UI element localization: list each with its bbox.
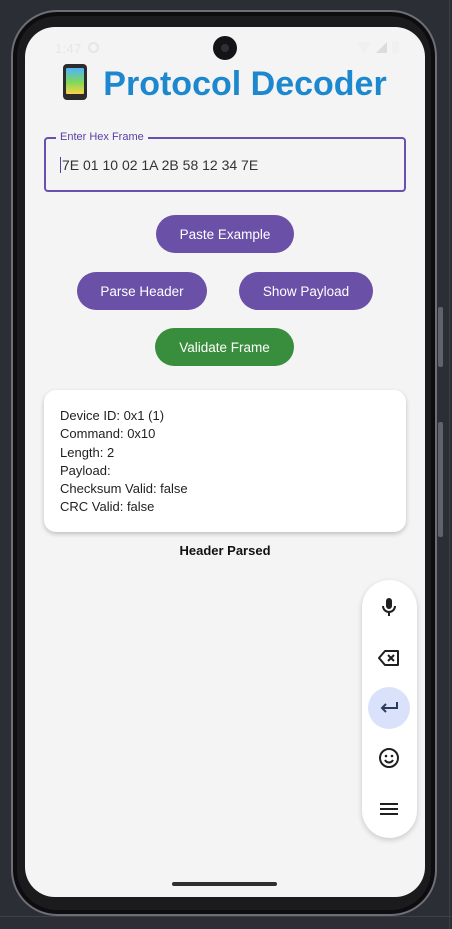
result-device-id: Device ID: 0x1 (1): [60, 408, 165, 423]
mobile-phone-icon: [63, 63, 88, 100]
backspace-button[interactable]: [368, 637, 410, 679]
hex-frame-label: Enter Hex Frame: [56, 130, 148, 144]
menu-icon: [380, 803, 398, 815]
status-message: Header Parsed: [179, 543, 271, 558]
power-button[interactable]: [438, 307, 443, 367]
emoji-icon: [379, 748, 399, 768]
status-icons: [357, 41, 399, 53]
result-crc: CRC Valid: false: [60, 499, 155, 515]
device-screen: 1:47 Protocol Decoder Enter Hex Frame 7E…: [25, 27, 425, 897]
gesture-nav-handle[interactable]: [172, 882, 277, 886]
wifi-icon: [357, 41, 371, 53]
enter-icon: [380, 702, 398, 713]
hex-frame-value[interactable]: 7E 01 10 02 1A 2B 58 12 34 7E: [60, 157, 258, 173]
paste-example-button[interactable]: Paste Example: [156, 215, 294, 253]
window-edge: [449, 0, 450, 929]
voice-input-button[interactable]: [368, 586, 410, 628]
result-command: Command: 0x10: [60, 426, 156, 442]
enter-button[interactable]: [368, 687, 410, 729]
status-bar: 1:47: [25, 27, 425, 67]
signal-icon: [376, 41, 387, 53]
result-length: Length: 2: [60, 444, 115, 460]
validate-frame-button[interactable]: Validate Frame: [155, 328, 294, 366]
front-camera: [213, 36, 237, 60]
battery-icon: [392, 41, 399, 53]
emoji-button[interactable]: [368, 737, 410, 779]
notification-icon: [88, 42, 99, 53]
parse-header-button[interactable]: Parse Header: [77, 272, 207, 310]
mic-icon: [382, 598, 396, 616]
backspace-icon: [378, 650, 399, 666]
result-payload: Payload:: [60, 462, 111, 478]
menu-button[interactable]: [368, 788, 410, 830]
show-payload-button[interactable]: Show Payload: [239, 272, 373, 310]
result-checksum: Checksum Valid: false: [60, 481, 188, 497]
result-card: Device ID: 0x1 (1) Command: 0x10 Length:…: [44, 390, 406, 532]
page-title: Protocol Decoder: [25, 63, 425, 104]
phone-frame: 1:47 Protocol Decoder Enter Hex Frame 7E…: [11, 10, 443, 916]
floating-keyboard-toolbar: [362, 580, 417, 838]
volume-rocker[interactable]: [438, 422, 443, 537]
status-time: 1:47: [55, 41, 82, 56]
hex-frame-input[interactable]: Enter Hex Frame 7E 01 10 02 1A 2B 58 12 …: [44, 130, 406, 192]
window-divider: [0, 916, 452, 917]
title-text: Protocol Decoder: [103, 65, 387, 103]
